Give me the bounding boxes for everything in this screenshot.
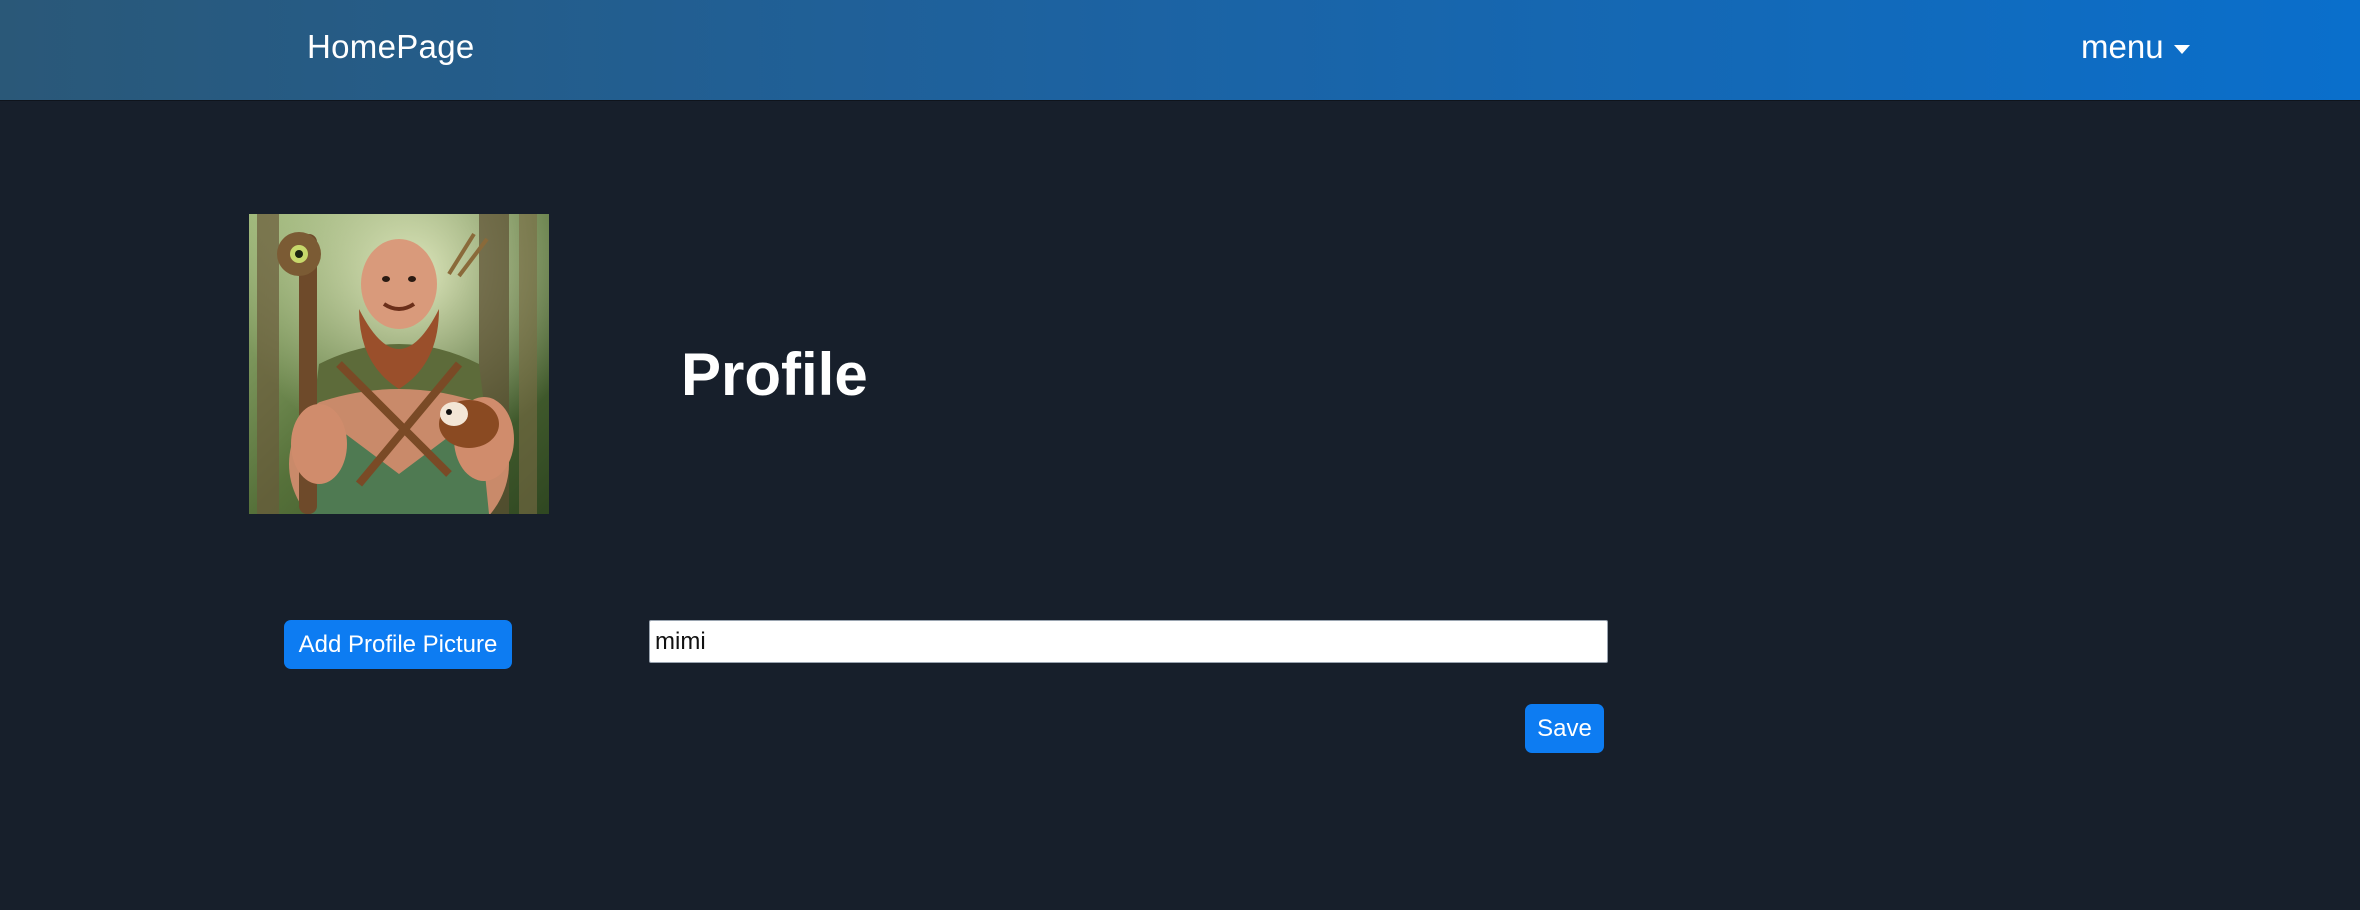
caret-down-icon [2173,44,2190,54]
profile-avatar [249,214,549,514]
menu-dropdown-toggle[interactable]: menu [2081,28,2190,66]
name-input[interactable] [649,620,1608,663]
homepage-link[interactable]: HomePage [307,28,475,66]
top-navbar: HomePage menu [0,0,2360,100]
page-title: Profile [681,341,868,409]
avatar-illustration [249,214,549,514]
save-button[interactable]: Save [1525,704,1604,753]
menu-label: menu [2081,28,2164,65]
add-profile-picture-button[interactable]: Add Profile Picture [284,620,512,669]
